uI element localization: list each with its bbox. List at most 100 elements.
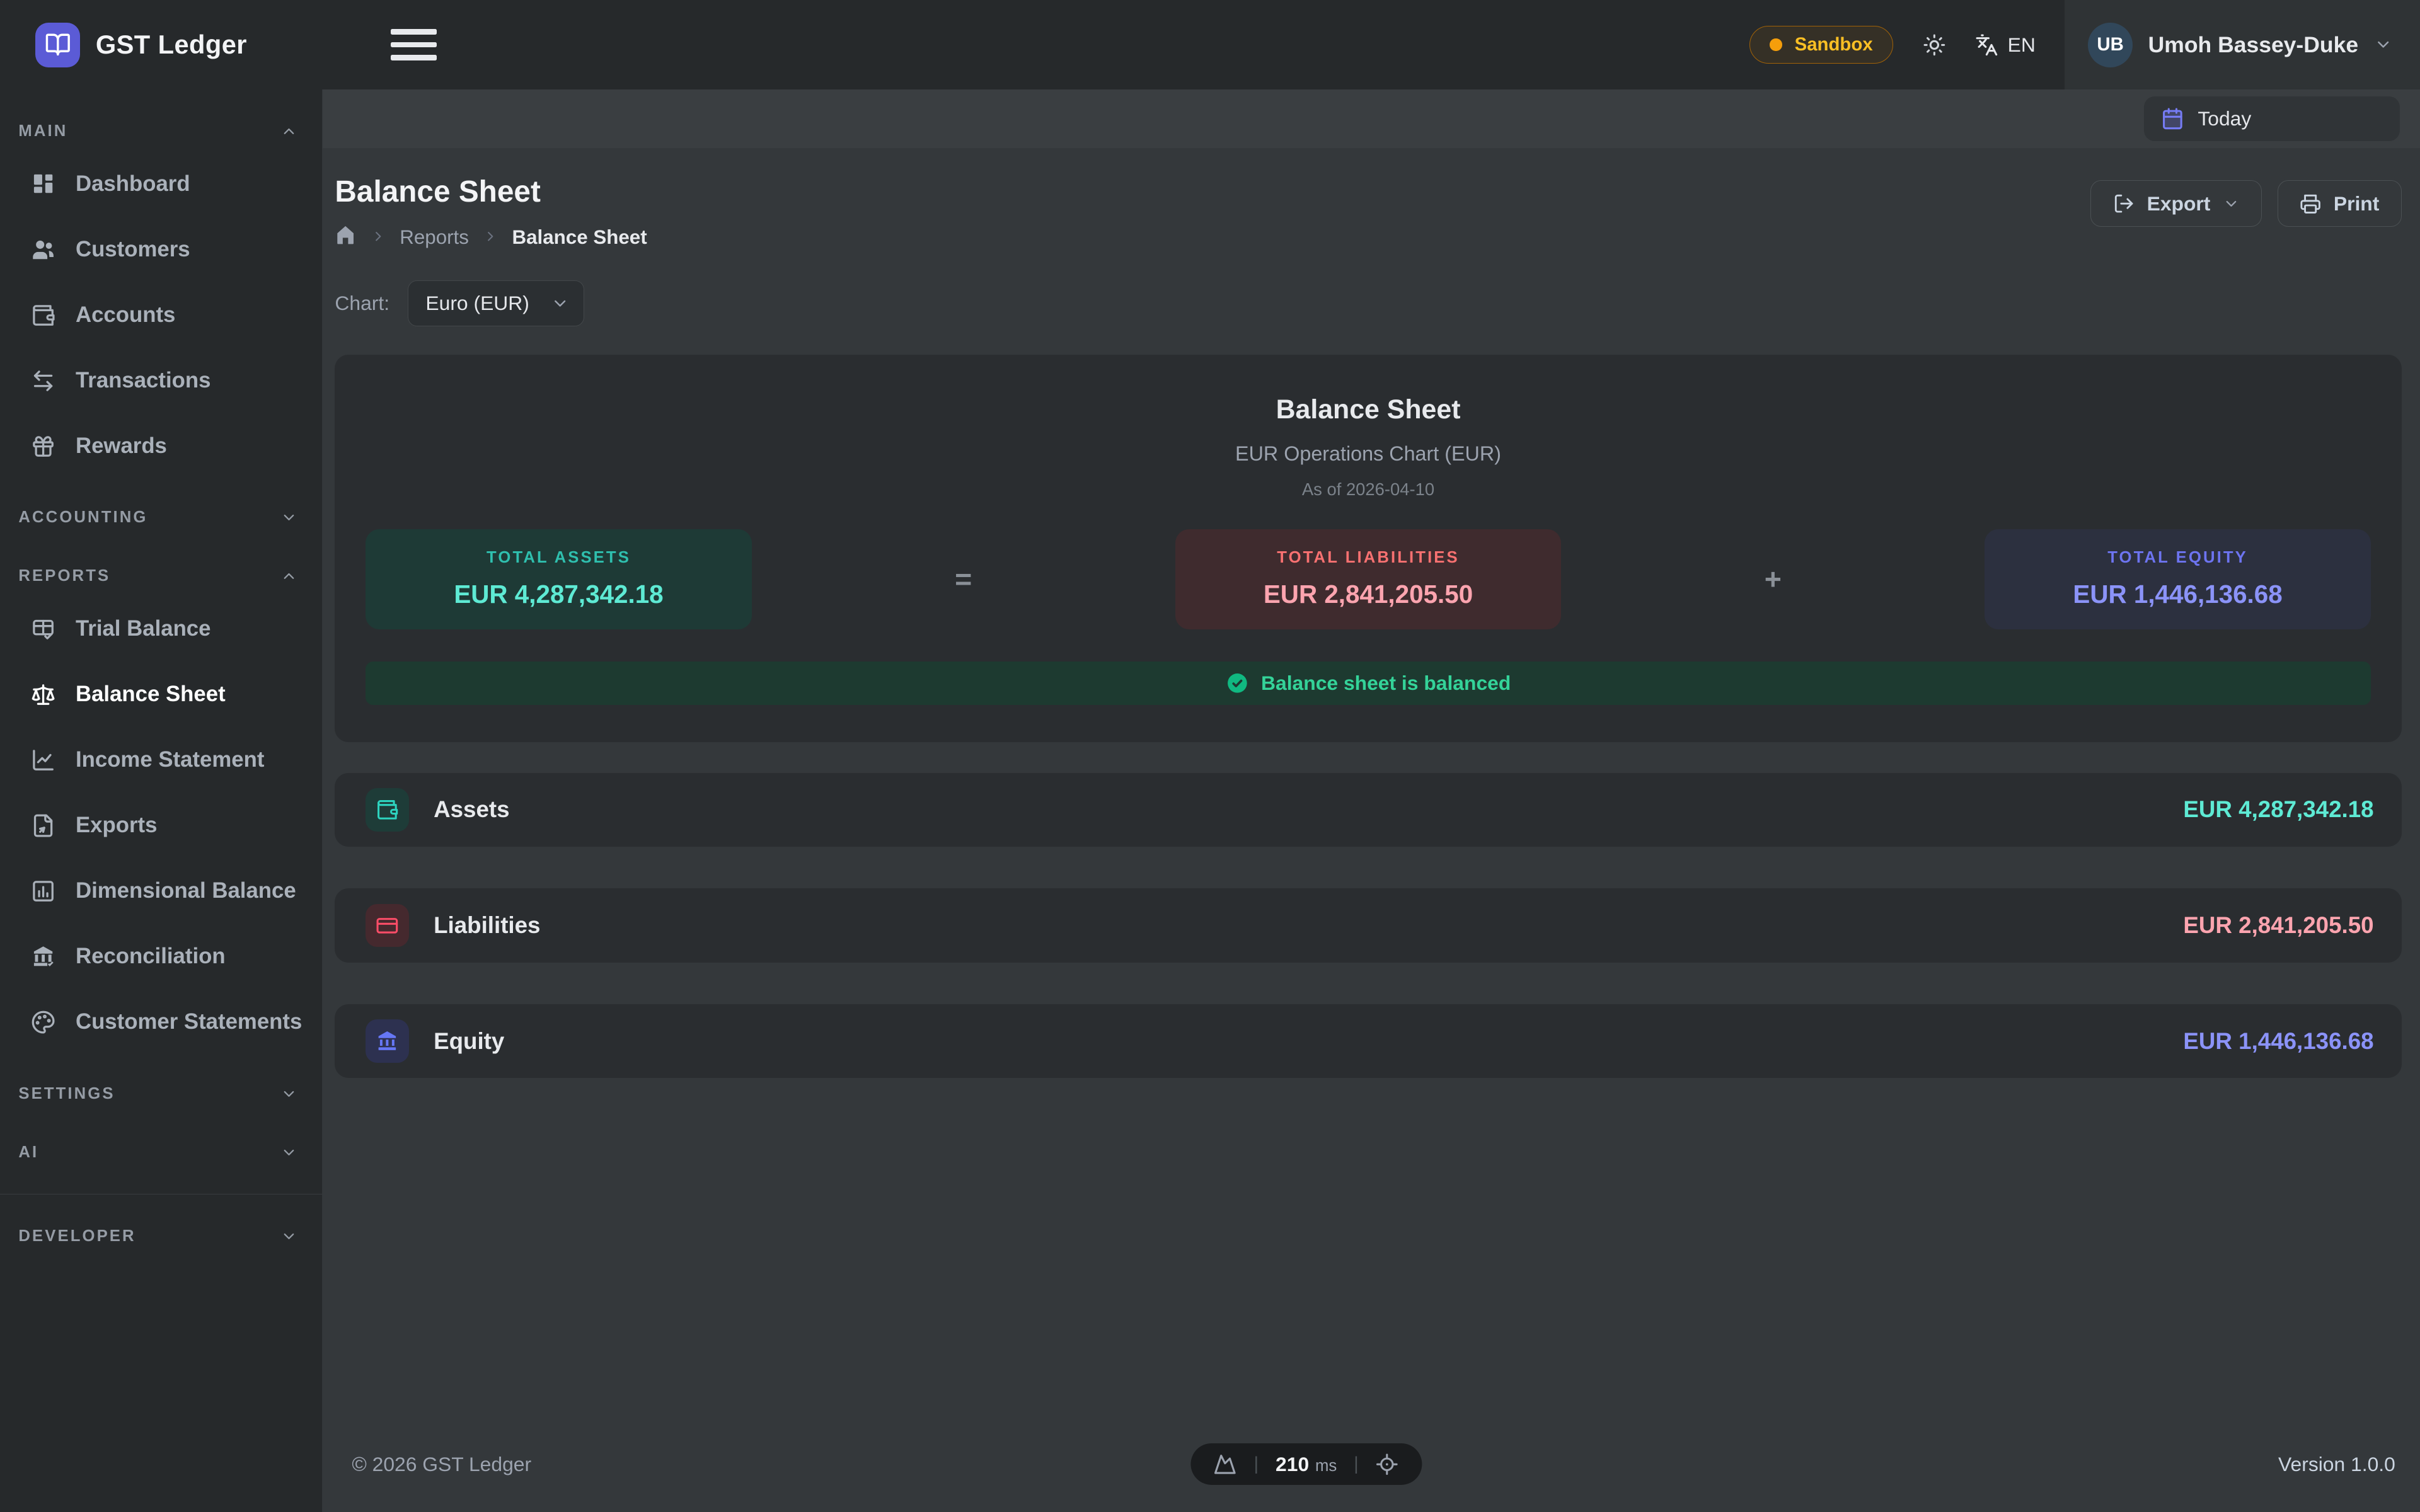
language-switcher[interactable]: EN [1975,33,2036,57]
sidebar-item-trial-balance[interactable]: Trial Balance [0,596,322,662]
latency-indicator[interactable]: | 210ms | [1190,1443,1422,1485]
sidebar-item-transactions[interactable]: Transactions [0,348,322,413]
sidebar-item-balance-sheet[interactable]: Balance Sheet [0,662,322,728]
sandbox-badge: Sandbox [1749,26,1894,64]
today-button[interactable]: Today [2144,96,2400,141]
sidebar-item-dashboard[interactable]: Dashboard [0,151,322,217]
chevron-right-icon [483,226,498,249]
sidebar-item-rewards[interactable]: Rewards [0,413,322,479]
chevron-down-icon [551,294,569,312]
liabilities-row[interactable]: Liabilities EUR 2,841,205.50 [335,888,2401,963]
total-assets-box: TOTAL ASSETS EUR 4,287,342.18 [366,529,751,629]
page-title: Balance Sheet [335,175,647,209]
calendar-icon [2161,107,2184,130]
wallet-icon [366,788,409,832]
breadcrumb-reports[interactable]: Reports [400,226,469,249]
line-chart-icon [31,748,55,772]
balanced-status-banner: Balance sheet is balanced [366,662,2370,705]
sidebar-section-main[interactable]: MAIN [0,111,322,151]
table-check-icon [31,617,55,641]
sidebar-section-accounting[interactable]: ACCOUNTING [0,498,322,538]
export-button[interactable]: Export [2090,180,2262,226]
sidebar: MAIN Dashboard Customers Accounts Transa… [0,89,323,1512]
chart-selector-label: Chart: [335,292,389,315]
status-dot [1770,38,1782,51]
bar-chart-square-icon [31,879,55,903]
assets-amount: EUR 4,287,342.18 [2183,796,2373,823]
check-circle-icon [1226,672,1249,695]
chevron-down-icon [280,1085,297,1102]
sidebar-section-ai[interactable]: AI [0,1132,322,1172]
menu-toggle-icon[interactable] [391,29,437,60]
chart-select[interactable]: Euro (EUR) [408,280,584,326]
brand: GST Ledger [0,23,323,67]
liabilities-amount: EUR 2,841,205.50 [2183,912,2373,939]
report-as-of: As of 2026-04-10 [366,479,2370,500]
palette-icon [31,1010,55,1034]
home-icon[interactable] [335,224,356,251]
export-icon [2113,193,2135,214]
sidebar-item-customers[interactable]: Customers [0,217,322,282]
arrows-left-right-icon [31,369,55,393]
page-content: Balance Sheet Reports Balance Sheet Expo… [323,148,2420,1512]
sidebar-item-income-statement[interactable]: Income Statement [0,728,322,793]
equals-operator: = [752,562,1175,596]
report-title: Balance Sheet [366,394,2370,425]
sub-header: Today [323,89,2420,148]
print-button[interactable]: Print [2278,180,2402,226]
dashboard-icon [31,171,55,196]
sidebar-item-reconciliation[interactable]: Reconciliation [0,924,322,990]
copyright-text: © 2026 GST Ledger [352,1453,531,1476]
wallet-icon [31,303,55,328]
file-export-icon [31,813,55,838]
sidebar-item-accounts[interactable]: Accounts [0,282,322,348]
app-logo [35,23,80,67]
assets-row[interactable]: Assets EUR 4,287,342.18 [335,773,2401,847]
chevron-up-icon [280,568,297,585]
bank-icon [366,1019,409,1063]
chevron-down-icon [2374,35,2392,54]
printer-icon [2300,193,2321,214]
total-liabilities-box: TOTAL LIABILITIES EUR 2,841,205.50 [1175,529,1561,629]
total-equity-box: TOTAL EQUITY EUR 1,446,136.68 [1985,529,2370,629]
chevron-down-icon [280,1228,297,1245]
language-code: EN [2008,33,2036,57]
footer: © 2026 GST Ledger | 210ms | Version 1.0.… [335,1416,2401,1512]
user-name: Umoh Bassey-Duke [2148,32,2358,58]
theme-toggle-button[interactable] [1923,33,1946,57]
app-title: GST Ledger [96,30,247,60]
chevron-down-icon [280,1144,297,1161]
breadcrumb-current: Balance Sheet [512,226,647,249]
credit-card-icon [366,904,409,948]
mountain-icon [1214,1453,1237,1476]
gift-icon [31,434,55,459]
book-icon [45,32,71,58]
sidebar-item-dimensional-balance[interactable]: Dimensional Balance [0,859,322,924]
breadcrumb: Reports Balance Sheet [335,224,647,251]
users-icon [31,238,55,262]
main-area: Today Balance Sheet Reports Balance Shee… [323,89,2420,1512]
plus-operator: + [1561,562,1985,596]
user-menu[interactable]: UB Umoh Bassey-Duke [2065,0,2420,89]
latency-value: 210ms [1276,1453,1337,1476]
bank-check-icon [31,944,55,969]
languages-icon [1975,33,1998,57]
locate-icon [1376,1453,1399,1476]
sidebar-section-settings[interactable]: SETTINGS [0,1074,322,1114]
sidebar-section-reports[interactable]: REPORTS [0,556,322,597]
scale-icon [31,682,55,707]
top-bar: GST Ledger Sandbox EN UB Umoh Bassey-Duk… [0,0,2420,89]
balance-sheet-summary-card: Balance Sheet EUR Operations Chart (EUR)… [335,355,2401,742]
version-text: Version 1.0.0 [2278,1453,2395,1476]
avatar: UB [2088,23,2133,67]
equity-amount: EUR 1,446,136.68 [2183,1028,2373,1055]
report-subtitle: EUR Operations Chart (EUR) [366,442,2370,466]
status-text: Balance sheet is balanced [1261,672,1511,695]
chevron-up-icon [280,123,297,140]
equity-row[interactable]: Equity EUR 1,446,136.68 [335,1004,2401,1079]
chevron-down-icon [2223,195,2240,212]
sidebar-item-exports[interactable]: Exports [0,793,322,859]
chevron-down-icon [280,509,297,526]
sidebar-section-developer[interactable]: DEVELOPER [0,1217,322,1257]
sidebar-item-customer-statements[interactable]: Customer Statements [0,990,322,1055]
